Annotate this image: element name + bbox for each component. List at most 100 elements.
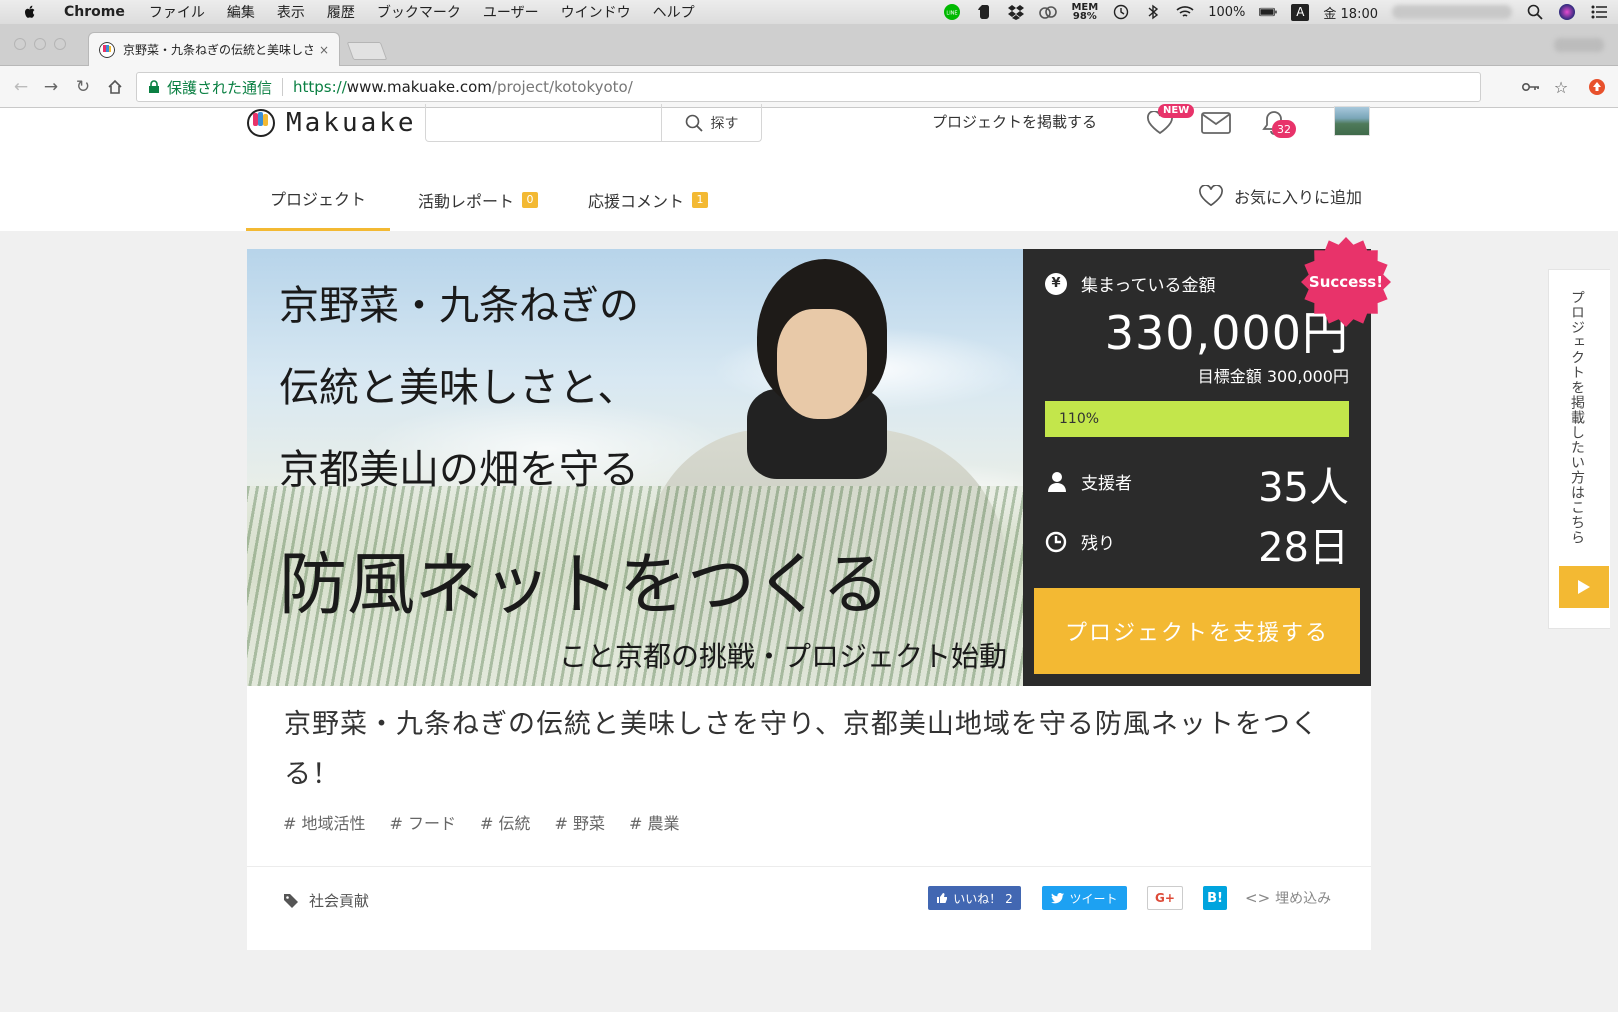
forward-arrow-icon[interactable]: → — [40, 76, 62, 98]
tag-link[interactable]: # 伝統 — [480, 810, 531, 834]
tab-project[interactable]: プロジェクト — [246, 168, 391, 231]
notifications-button[interactable]: 32 — [1258, 108, 1296, 138]
siri-icon[interactable] — [1558, 3, 1576, 21]
search-input[interactable] — [426, 104, 661, 141]
clock-icon — [1045, 531, 1067, 552]
tag-link[interactable]: # フード — [390, 810, 457, 834]
apple-icon[interactable] — [22, 4, 38, 20]
battery-percent: 100% — [1208, 4, 1246, 20]
code-brackets-icon: <> — [1245, 889, 1271, 907]
line-icon[interactable]: LINE — [943, 3, 961, 21]
comments-count-badge: 1 — [692, 191, 709, 208]
window-controls — [14, 38, 66, 50]
raised-label: 集まっている金額 — [1081, 276, 1216, 296]
tweet-label: ツイート — [1069, 891, 1118, 906]
hatena-bookmark-button[interactable]: B! — [1203, 886, 1227, 910]
google-plus-button[interactable]: G+ — [1147, 886, 1183, 910]
battery-icon[interactable] — [1259, 3, 1278, 21]
tag-link[interactable]: # 農業 — [629, 810, 680, 834]
creative-cloud-icon[interactable] — [1039, 3, 1058, 21]
input-source-icon[interactable]: A — [1291, 3, 1310, 21]
tab-comments[interactable]: 応援コメント 1 — [588, 168, 709, 231]
search-button[interactable]: 探す — [661, 104, 761, 141]
lock-icon — [149, 80, 159, 93]
menu-view[interactable]: 表示 — [277, 2, 305, 22]
new-badge: NEW — [1158, 104, 1195, 118]
minimize-window-button[interactable] — [34, 38, 46, 50]
notification-count-badge: 32 — [1272, 120, 1296, 138]
messages-button[interactable] — [1200, 108, 1232, 138]
makuake-logo-icon — [247, 109, 275, 137]
clock[interactable]: 金 18:00 — [1323, 3, 1378, 22]
post-project-link[interactable]: プロジェクトを掲載する — [932, 111, 1097, 132]
home-icon[interactable] — [104, 76, 126, 98]
add-to-favorites-button[interactable]: お気に入りに追加 — [1198, 184, 1362, 208]
browser-tab-active[interactable]: 京野菜・九条ねぎの伝統と美味しさ × — [88, 32, 340, 66]
tab-project-label: プロジェクト — [270, 190, 367, 209]
embed-button[interactable]: <> 埋め込み — [1245, 886, 1331, 910]
facebook-like-button[interactable]: いいね！ 2 — [928, 886, 1021, 910]
twitter-bird-icon — [1051, 892, 1065, 903]
address-separator — [282, 78, 284, 96]
menu-bookmarks[interactable]: ブックマーク — [377, 2, 461, 22]
remaining-label: 残り — [1081, 534, 1115, 554]
favorites-heart-button[interactable]: NEW — [1144, 104, 1195, 138]
maximize-window-button[interactable] — [54, 38, 66, 50]
evernote-icon[interactable] — [975, 3, 993, 21]
memory-monitor[interactable]: MEM 98% — [1071, 3, 1098, 22]
mail-icon — [1201, 112, 1231, 134]
browser-toolbar: ← → ↻ 保護された通信 https://www.makuake.com/pr… — [0, 66, 1618, 108]
heart-outline-icon — [1199, 185, 1223, 207]
profile-name-blurred[interactable] — [1554, 38, 1604, 52]
remaining-label-row: 残り — [1045, 529, 1115, 554]
search-button-label: 探す — [710, 115, 739, 132]
project-title: 京野菜・九条ねぎの伝統と美味しさを守り、京都美山地域を守る防風ネットをつくる！ — [284, 709, 1319, 790]
add-to-favorites-label: お気に入りに追加 — [1234, 188, 1363, 207]
makuake-logo[interactable]: Makuake — [246, 108, 417, 138]
tab-title: 京野菜・九条ねぎの伝統と美味しさ — [123, 43, 313, 57]
post-project-side-tab[interactable]: プロジェクトを掲載したい方はこちら — [1548, 269, 1610, 629]
back-arrow-icon[interactable]: ← — [10, 76, 32, 98]
memory-value: 98% — [1072, 11, 1097, 22]
menu-edit[interactable]: 編集 — [227, 2, 255, 22]
tab-reports-label: 活動レポート — [418, 191, 515, 211]
tweet-button[interactable]: ツイート — [1042, 886, 1127, 910]
new-tab-button[interactable] — [346, 42, 388, 60]
menu-user[interactable]: ユーザー — [483, 2, 539, 22]
success-badge: Success! — [1300, 236, 1392, 328]
backers-count: 35人 — [1258, 465, 1349, 511]
support-project-button[interactable]: プロジェクトを支援する — [1034, 588, 1360, 674]
reload-icon[interactable]: ↻ — [72, 76, 94, 98]
hero-subline: こと京都の挑戦・プロジェクト始動 — [558, 640, 1007, 673]
bluetooth-icon[interactable] — [1144, 3, 1162, 21]
hero-person-face — [777, 309, 867, 419]
wifi-icon[interactable] — [1176, 3, 1194, 21]
time-machine-icon[interactable] — [1112, 3, 1130, 21]
backers-label: 支援者 — [1081, 474, 1132, 494]
project-category[interactable]: 社会貢献 — [283, 890, 369, 911]
user-name-blurred[interactable] — [1392, 5, 1512, 19]
dropbox-icon[interactable] — [1007, 3, 1025, 21]
menu-help[interactable]: ヘルプ — [653, 2, 695, 22]
secure-connection-label[interactable]: 保護された通信 — [167, 77, 272, 98]
address-bar[interactable]: 保護された通信 https://www.makuake.com/project/… — [136, 72, 1481, 102]
notification-center-icon[interactable] — [1590, 3, 1608, 21]
menu-app-name[interactable]: Chrome — [64, 4, 125, 20]
facebook-like-label: いいね！ 2 — [953, 891, 1013, 906]
tag-link[interactable]: # 野菜 — [555, 810, 606, 834]
menu-file[interactable]: ファイル — [149, 2, 205, 22]
bookmark-star-icon[interactable]: ☆ — [1550, 76, 1572, 98]
side-tab-play-button[interactable] — [1559, 566, 1609, 608]
tag-link[interactable]: # 地域活性 — [283, 810, 366, 834]
key-icon[interactable] — [1520, 76, 1542, 98]
menu-window[interactable]: ウインドウ — [561, 2, 631, 22]
spotlight-search-icon[interactable] — [1526, 3, 1544, 21]
tab-close-icon[interactable]: × — [319, 43, 329, 57]
menu-history[interactable]: 履歴 — [327, 2, 355, 22]
user-avatar[interactable] — [1334, 106, 1370, 136]
extension-icon[interactable] — [1586, 76, 1608, 98]
funding-progress-bar: 110% — [1045, 401, 1349, 437]
hero-headline-2: 伝統と美味しさと、 — [279, 365, 638, 411]
close-window-button[interactable] — [14, 38, 26, 50]
tab-reports[interactable]: 活動レポート 0 — [418, 168, 539, 231]
